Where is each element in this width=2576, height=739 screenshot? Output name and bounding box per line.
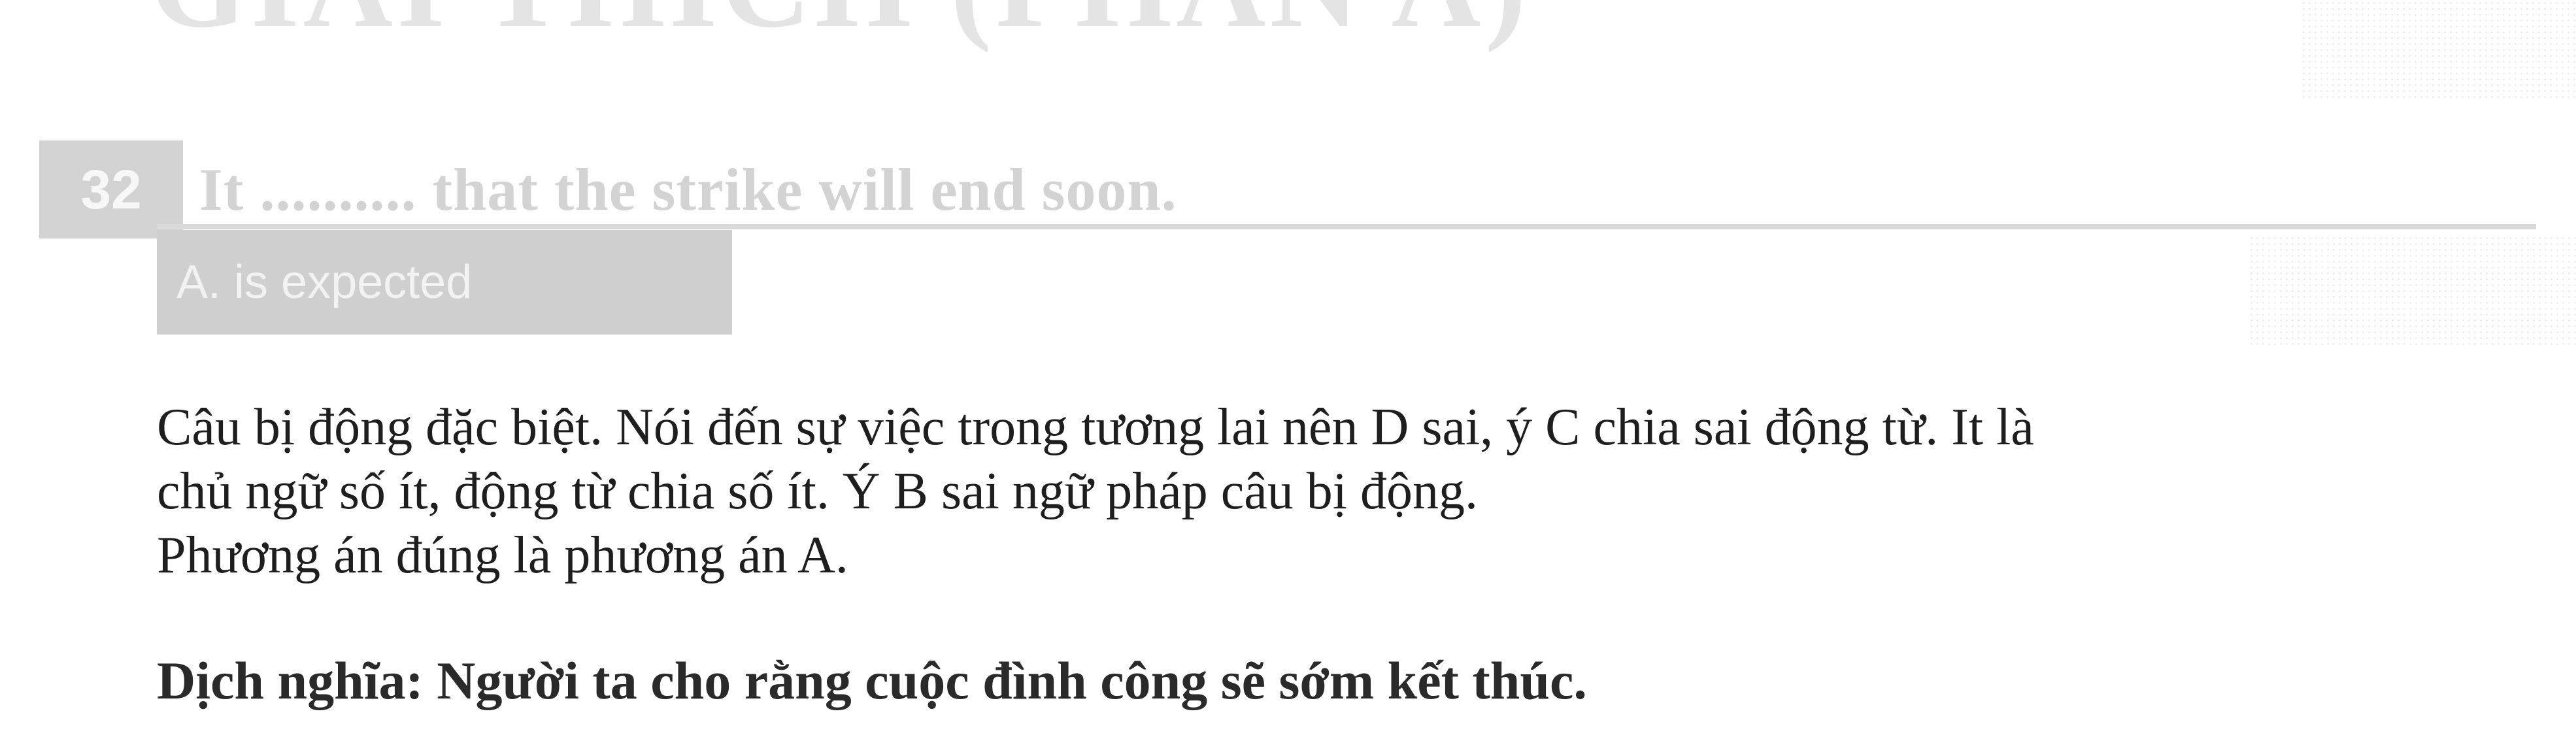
explanation: Câu bị động đặc biệt. Nói đến sự việc tr… <box>157 395 2562 587</box>
section-heading: GIẢI THÍCH (PHẦN A) <box>150 0 1530 47</box>
translation: Dịch nghĩa: Người ta cho rằng cuộc đình … <box>157 651 1587 710</box>
question-divider <box>157 224 2536 229</box>
explanation-line: chủ ngữ số ít, động từ chia số ít. Ý B s… <box>157 463 1478 520</box>
explanation-line: Câu bị động đặc biệt. Nói đến sự việc tr… <box>157 399 2034 456</box>
scan-noise <box>2301 0 2576 98</box>
scan-noise <box>2249 235 2576 346</box>
document-page: GIẢI THÍCH (PHẦN A) 32 It .......... tha… <box>0 0 2576 739</box>
explanation-line: Phương án đúng là phương án A. <box>157 527 848 584</box>
answer-box: A. is expected <box>157 230 732 335</box>
